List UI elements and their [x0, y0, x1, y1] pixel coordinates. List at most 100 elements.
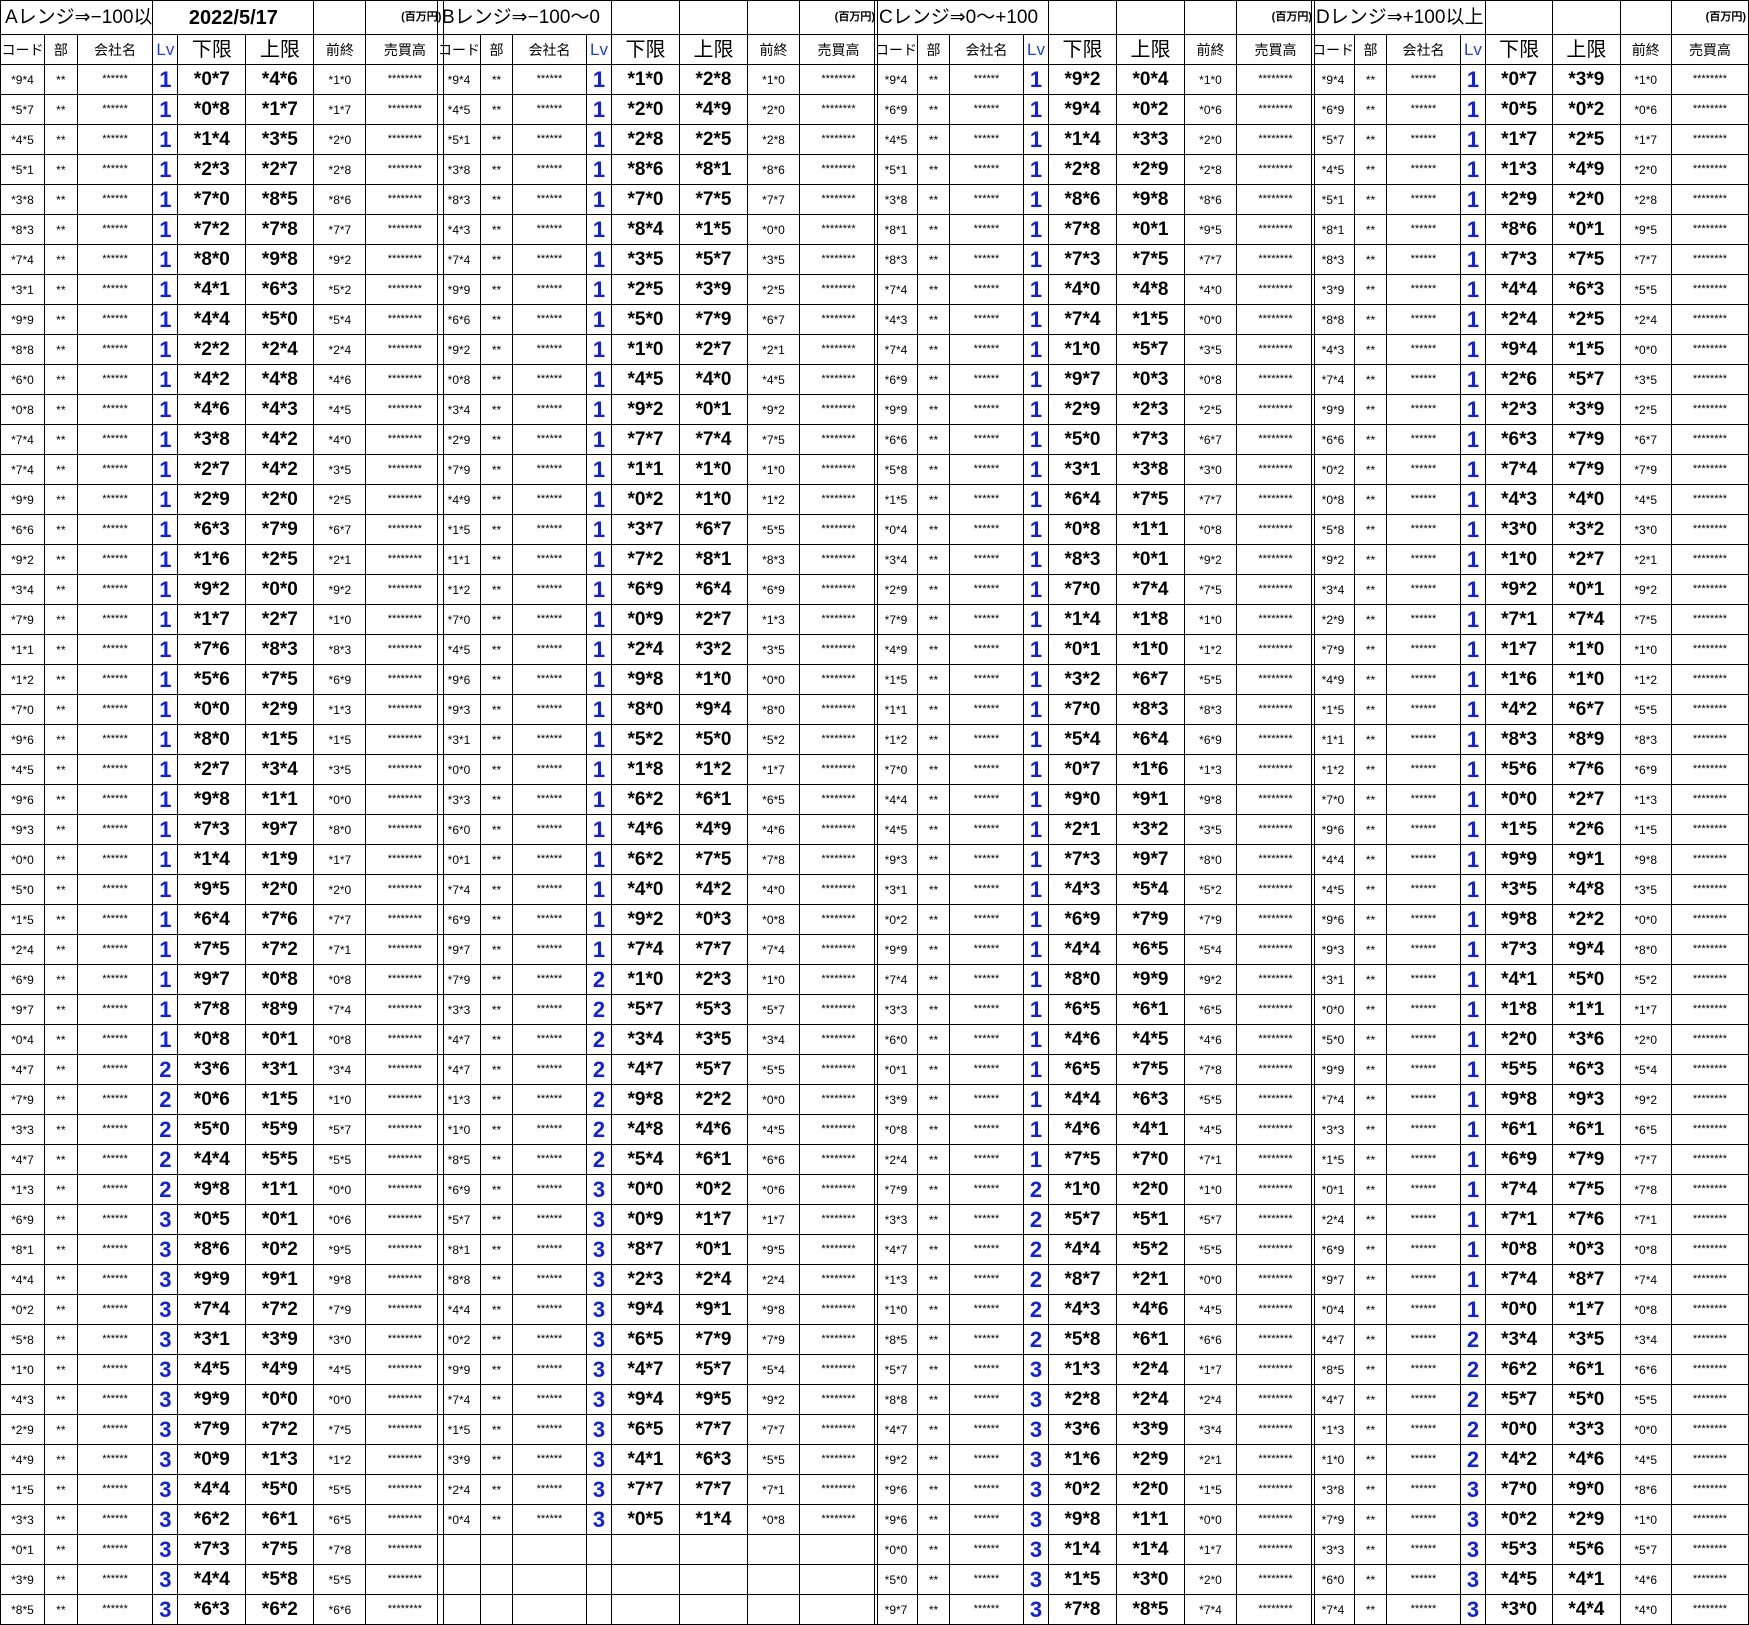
cell-lv[interactable]: 1: [1023, 424, 1049, 455]
cell-upper[interactable]: *3*9: [1552, 394, 1621, 425]
cell-upper[interactable]: *4*3: [245, 394, 315, 425]
cell-volume[interactable]: ********: [799, 814, 878, 845]
cell-lv[interactable]: 3: [1023, 1534, 1049, 1565]
cell-lower[interactable]: *8*7: [611, 1234, 680, 1265]
cell-name[interactable]: ******: [512, 1144, 587, 1175]
cell-prev[interactable]: *5*5: [1184, 664, 1237, 695]
cell-upper[interactable]: *1*0: [1552, 634, 1621, 665]
cell-upper[interactable]: *7*7: [679, 934, 748, 965]
cell-upper[interactable]: *2*9: [1116, 1444, 1185, 1475]
cell-lower[interactable]: *7*3: [177, 1534, 247, 1565]
cell-prev[interactable]: *7*1: [1184, 1144, 1237, 1175]
cell-volume[interactable]: ********: [799, 214, 878, 245]
cell-upper[interactable]: *6*3: [1552, 1054, 1621, 1085]
cell-prev[interactable]: *0*0: [747, 214, 800, 245]
cell-prev[interactable]: *5*5: [1184, 1084, 1237, 1115]
column-header-volume[interactable]: 売買高: [1670, 34, 1749, 65]
cell-bu[interactable]: **: [1354, 514, 1387, 545]
cell-lv[interactable]: 1: [1459, 64, 1486, 95]
cell-name[interactable]: ******: [949, 454, 1024, 485]
cell-volume[interactable]: ********: [1236, 1324, 1315, 1355]
cell-lv[interactable]: 1: [1023, 694, 1049, 725]
cell-volume[interactable]: ********: [799, 1504, 878, 1535]
cell-name[interactable]: ******: [512, 1264, 587, 1295]
cell-lv[interactable]: 2: [1023, 1204, 1049, 1235]
cell-prev[interactable]: *6*9: [1619, 754, 1672, 785]
cell-volume[interactable]: ********: [365, 184, 445, 215]
cell-upper[interactable]: *3*3: [1116, 124, 1185, 155]
cell-code[interactable]: *9*6: [1311, 904, 1355, 935]
cell-bu[interactable]: **: [480, 1114, 513, 1145]
cell-code[interactable]: *6*6: [437, 304, 481, 335]
cell-upper[interactable]: *2*3: [679, 964, 748, 995]
cell-name[interactable]: ******: [512, 1174, 587, 1205]
cell-lv[interactable]: 1: [152, 934, 179, 965]
cell-prev[interactable]: *0*0: [1619, 334, 1672, 365]
cell-volume[interactable]: ********: [799, 244, 878, 275]
cell-code[interactable]: *3*9: [0, 1564, 45, 1595]
cell-lv[interactable]: 1: [152, 64, 179, 95]
cell-name[interactable]: ******: [949, 484, 1024, 515]
cell-lv[interactable]: 1: [152, 994, 179, 1025]
cell-volume[interactable]: ********: [1670, 454, 1749, 485]
cell-upper[interactable]: *7*5: [1552, 244, 1621, 275]
cell-code[interactable]: *2*4: [0, 934, 45, 965]
cell-upper[interactable]: *7*9: [1552, 424, 1621, 455]
cell-lv[interactable]: 1: [1023, 484, 1049, 515]
cell-code[interactable]: *1*0: [437, 1114, 481, 1145]
cell-bu[interactable]: **: [917, 484, 950, 515]
cell-name[interactable]: ******: [512, 1234, 587, 1265]
column-header-lower[interactable]: 下限: [1484, 34, 1554, 65]
column-header-name[interactable]: 会社名: [76, 34, 154, 65]
cell-bu[interactable]: **: [917, 1144, 950, 1175]
cell-lower[interactable]: *3*5: [611, 244, 680, 275]
cell-lower[interactable]: *7*4: [1048, 304, 1117, 335]
cell-code[interactable]: *1*2: [437, 574, 481, 605]
cell-name[interactable]: ******: [76, 1414, 154, 1445]
cell-name[interactable]: ******: [512, 754, 587, 785]
cell-code[interactable]: *7*0: [1311, 784, 1355, 815]
cell-upper[interactable]: *2*7: [245, 154, 315, 185]
cell-volume[interactable]: ********: [365, 1204, 445, 1235]
column-header-name[interactable]: 会社名: [1385, 34, 1461, 65]
cell-prev[interactable]: [747, 1564, 800, 1595]
cell-upper[interactable]: *6*1: [1116, 1324, 1185, 1355]
cell-name[interactable]: ******: [76, 574, 154, 605]
cell-upper[interactable]: *7*5: [1552, 1174, 1621, 1205]
cell-name[interactable]: ******: [76, 1474, 154, 1505]
cell-lower[interactable]: *0*7: [1484, 64, 1554, 95]
cell-upper[interactable]: *4*6: [679, 1114, 748, 1145]
cell-lower[interactable]: *7*5: [1048, 1144, 1117, 1175]
cell-upper[interactable]: *2*0: [245, 484, 315, 515]
cell-bu[interactable]: **: [1354, 1324, 1387, 1355]
cell-upper[interactable]: *6*5: [1116, 934, 1185, 965]
cell-name[interactable]: ******: [512, 874, 587, 905]
cell-upper[interactable]: *0*1: [1116, 214, 1185, 245]
cell-code[interactable]: *8*5: [1311, 1354, 1355, 1385]
cell-code[interactable]: *4*3: [1311, 334, 1355, 365]
cell-upper[interactable]: *5*7: [679, 244, 748, 275]
cell-volume[interactable]: ********: [365, 1324, 445, 1355]
cell-name[interactable]: ******: [1385, 814, 1461, 845]
cell-prev[interactable]: *3*5: [313, 454, 367, 485]
cell-code[interactable]: *1*3: [0, 1174, 45, 1205]
cell-code[interactable]: *3*9: [874, 1084, 918, 1115]
cell-code[interactable]: *4*5: [1311, 154, 1355, 185]
cell-lower[interactable]: *4*4: [1048, 934, 1117, 965]
cell-name[interactable]: ******: [76, 1204, 154, 1235]
cell-prev[interactable]: *1*0: [1619, 64, 1672, 95]
cell-lv[interactable]: 1: [586, 124, 612, 155]
cell-upper[interactable]: *3*2: [679, 634, 748, 665]
cell-volume[interactable]: ********: [1236, 1354, 1315, 1385]
cell-prev[interactable]: *0*8: [1619, 1294, 1672, 1325]
cell-name[interactable]: ******: [512, 814, 587, 845]
cell-volume[interactable]: ********: [365, 244, 445, 275]
cell-name[interactable]: ******: [76, 1174, 154, 1205]
cell-upper[interactable]: *7*9: [1552, 1144, 1621, 1175]
cell-prev[interactable]: *0*0: [313, 1174, 367, 1205]
cell-bu[interactable]: **: [480, 1174, 513, 1205]
cell-name[interactable]: ******: [1385, 874, 1461, 905]
cell-volume[interactable]: ********: [365, 1084, 445, 1115]
cell-code[interactable]: *7*9: [0, 1084, 45, 1115]
cell-code[interactable]: *9*6: [1311, 814, 1355, 845]
